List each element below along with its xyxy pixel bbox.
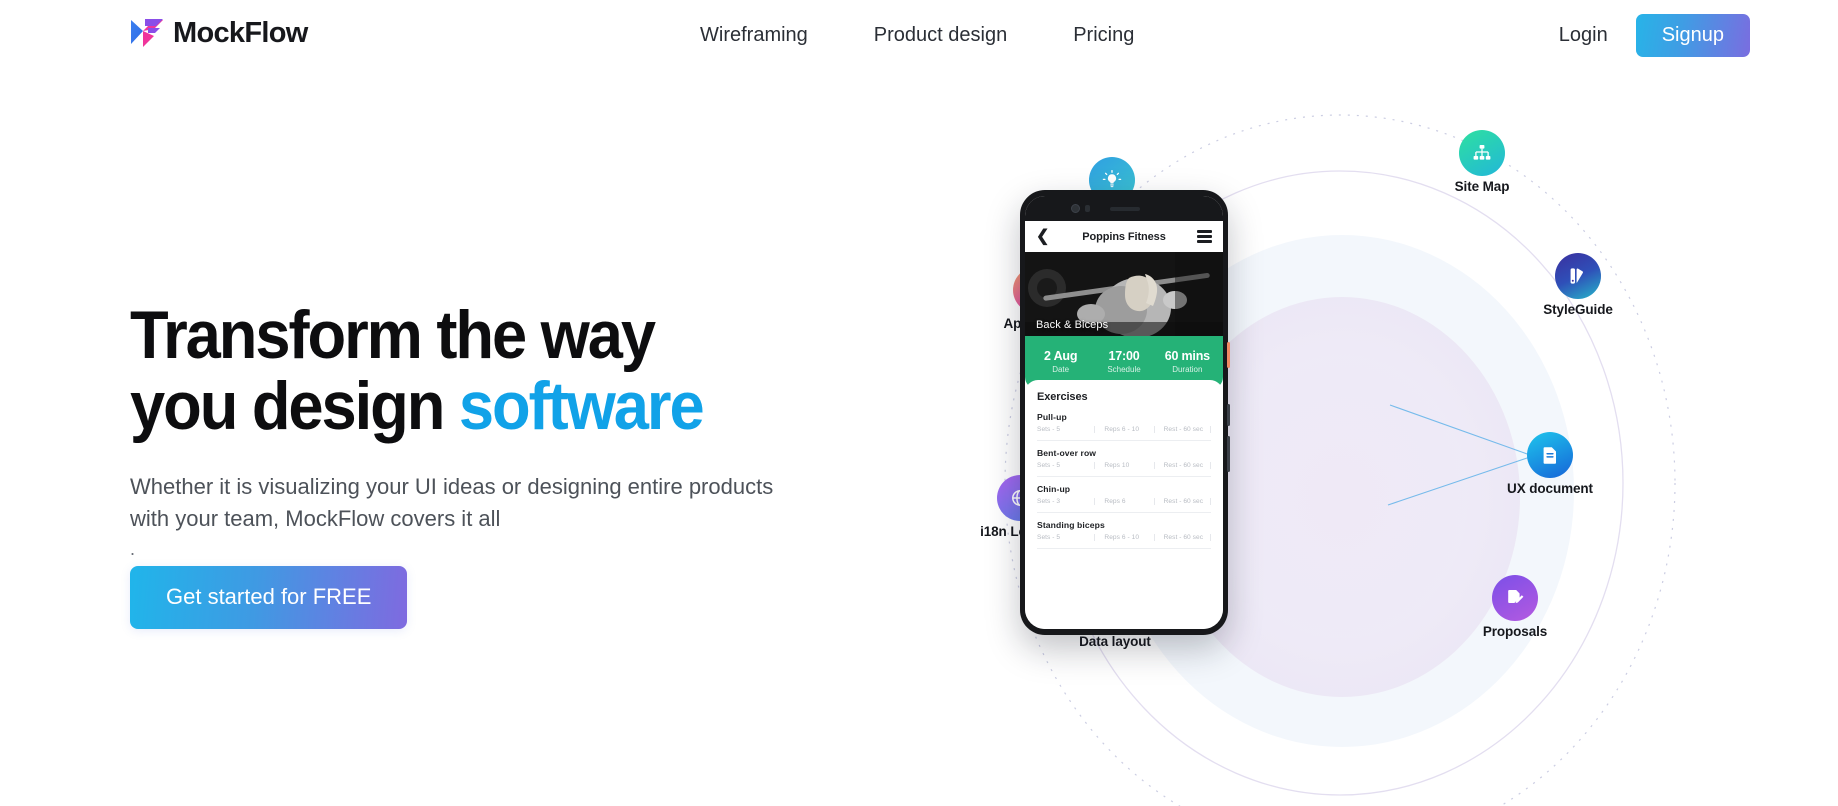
exercise-meta: Sets - 5 Reps 10 Rest - 60 sec <box>1037 462 1211 469</box>
headline-line-2: you design <box>130 367 459 444</box>
nav-item-product-design[interactable]: Product design <box>874 24 1007 47</box>
phone-volume-up-button[interactable] <box>1227 404 1230 426</box>
landing-page: MockFlow Wireframing Product design Pric… <box>0 0 1838 806</box>
exercises-heading: Exercises <box>1037 391 1088 403</box>
exercise-row[interactable]: Bent-over row Sets - 5 Reps 10 Rest - 60… <box>1037 448 1211 477</box>
hero-copy: Transform the way you design software Whe… <box>130 300 950 629</box>
stat-key: Date <box>1052 365 1070 374</box>
feature-label: Site Map <box>1454 179 1510 194</box>
exercise-name: Bent-over row <box>1037 448 1097 458</box>
feature-label: UX document <box>1507 481 1593 496</box>
stat-key: Duration <box>1172 365 1203 374</box>
exercise-sets: Sets - 3 <box>1037 498 1061 505</box>
stat-date: 2 Aug Date <box>1029 349 1092 374</box>
headline-accent-word: software <box>458 367 705 444</box>
feature-node-styleguide[interactable]: StyleGuide <box>1493 253 1663 317</box>
workout-photo: Back & Biceps <box>1025 252 1223 343</box>
stat-schedule: 17:00 Schedule <box>1092 349 1155 374</box>
exercise-meta: Sets - 5 Reps 6 - 10 Rest - 60 sec <box>1037 534 1211 541</box>
exercise-row[interactable]: Standing biceps Sets - 5 Reps 6 - 10 Res… <box>1037 520 1211 549</box>
feature-label: Proposals <box>1482 624 1548 639</box>
exercise-meta: Sets - 3 Reps 6 Rest - 60 sec <box>1037 498 1211 505</box>
exercise-rest: Rest - 60 sec <box>1153 462 1211 469</box>
site-header: MockFlow Wireframing Product design Pric… <box>0 0 1838 70</box>
exercise-sets: Sets - 5 <box>1037 534 1061 541</box>
document-icon <box>1527 432 1573 478</box>
stat-duration: 60 mins Duration <box>1156 349 1219 374</box>
stat-value: 2 Aug <box>1044 349 1078 363</box>
exercise-reps: Reps 6 - 10 <box>1094 426 1153 433</box>
stat-value: 17:00 <box>1108 349 1140 363</box>
earpiece-speaker-icon <box>1110 207 1140 211</box>
exercises-panel: Exercises Pull-up Sets - 5 Reps 6 - 10 R… <box>1025 380 1223 629</box>
styleguide-icon <box>1555 253 1601 299</box>
app-top-bar: ❮ Poppins Fitness <box>1025 221 1223 252</box>
hero-small-mark: . <box>130 538 136 559</box>
hamburger-menu-icon[interactable] <box>1197 230 1212 243</box>
feature-node-site-map[interactable]: Site Map <box>1397 130 1567 194</box>
feature-label: StyleGuide <box>1543 302 1613 317</box>
hero-subheading: Whether it is visualizing your UI ideas … <box>130 474 774 531</box>
feature-node-ux-document[interactable]: UX document <box>1465 432 1635 496</box>
exercise-name: Pull-up <box>1037 412 1067 422</box>
exercise-name: Chin-up <box>1037 484 1071 494</box>
exercise-reps: Reps 10 <box>1094 462 1153 469</box>
proposal-icon <box>1492 575 1538 621</box>
chevron-left-icon[interactable]: ❮ <box>1036 228 1049 245</box>
workout-caption: Back & Biceps <box>1036 319 1109 331</box>
feature-label: Data layout <box>1079 634 1151 649</box>
exercise-meta: Sets - 5 Reps 6 - 10 Rest - 60 sec <box>1037 426 1211 433</box>
exercise-reps: Reps 6 <box>1094 498 1153 505</box>
stat-value: 60 mins <box>1164 349 1210 363</box>
brand-logo[interactable]: MockFlow <box>130 18 308 49</box>
exercise-row[interactable]: Chin-up Sets - 3 Reps 6 Rest - 60 sec <box>1037 484 1211 513</box>
feature-node-proposals[interactable]: Proposals <box>1430 575 1600 639</box>
phone-volume-down-button[interactable] <box>1227 436 1230 472</box>
phone-screen: ❮ Poppins Fitness Back & Biceps 2 Aug Da… <box>1025 196 1223 629</box>
exercise-name: Standing biceps <box>1037 520 1105 530</box>
stat-key: Schedule <box>1107 365 1141 374</box>
exercise-row[interactable]: Pull-up Sets - 5 Reps 6 - 10 Rest - 60 s… <box>1037 412 1211 441</box>
headline-line-1: Transform the way <box>130 297 656 373</box>
exercise-rest: Rest - 60 sec <box>1153 426 1211 433</box>
login-link[interactable]: Login <box>1553 20 1614 51</box>
main-nav: Wireframing Product design Pricing <box>700 0 1134 70</box>
nav-item-wireframing[interactable]: Wireframing <box>700 24 808 47</box>
exercise-sets: Sets - 5 <box>1037 426 1061 433</box>
phone-side-button-orange[interactable] <box>1227 342 1230 368</box>
front-camera-icon <box>1071 204 1080 213</box>
brand-name: MockFlow <box>173 17 308 49</box>
nav-item-pricing[interactable]: Pricing <box>1073 24 1134 47</box>
sensor-icon <box>1085 205 1090 212</box>
header-actions: Login Signup <box>1553 0 1750 70</box>
exercise-reps: Reps 6 - 10 <box>1094 534 1153 541</box>
exercise-sets: Sets - 5 <box>1037 462 1061 469</box>
mockflow-logo-icon <box>131 19 163 47</box>
phone-notch-bar <box>1025 196 1223 221</box>
signup-button[interactable]: Signup <box>1635 13 1750 57</box>
phone-mockup: ❮ Poppins Fitness Back & Biceps 2 Aug Da… <box>1020 190 1230 635</box>
page-title: Transform the way you design software <box>130 300 893 441</box>
sitemap-icon <box>1459 130 1505 176</box>
get-started-button[interactable]: Get started for FREE <box>130 565 408 629</box>
app-title: Poppins Fitness <box>1082 230 1166 243</box>
exercise-rest: Rest - 60 sec <box>1153 498 1211 505</box>
exercise-rest: Rest - 60 sec <box>1153 534 1211 541</box>
